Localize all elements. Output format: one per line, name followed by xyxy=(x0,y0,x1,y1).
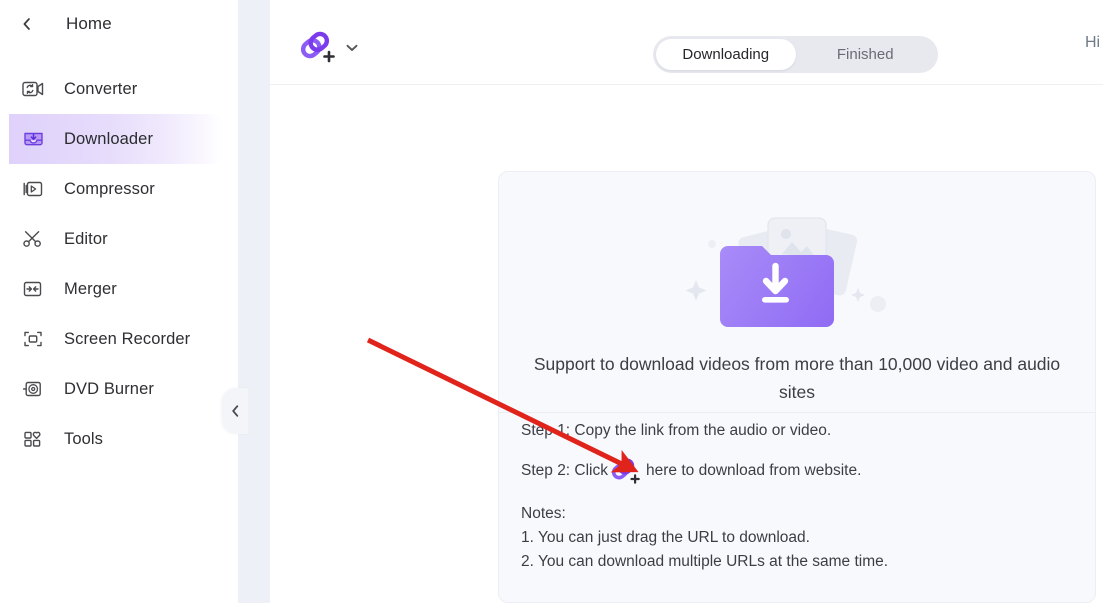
sidebar-item-screen-recorder[interactable]: Screen Recorder xyxy=(0,314,238,364)
sidebar-nav-list: Converter Downloader Compressor Editor M… xyxy=(0,64,238,464)
add-link-button[interactable] xyxy=(298,28,342,68)
chevron-down-icon xyxy=(346,44,358,51)
tab-finished[interactable]: Finished xyxy=(796,39,936,70)
tab-downloading[interactable]: Downloading xyxy=(656,39,796,70)
sidebar-item-merger[interactable]: Merger xyxy=(0,264,238,314)
sidebar-item-compressor[interactable]: Compressor xyxy=(0,164,238,214)
sidebar-item-label: DVD Burner xyxy=(64,379,154,398)
support-text: Support to download videos from more tha… xyxy=(533,354,1061,402)
sidebar-home-row[interactable]: Home xyxy=(0,0,238,48)
dvd-burner-icon xyxy=(20,376,46,402)
sidebar-item-label: Screen Recorder xyxy=(64,329,191,348)
sidebar-item-label: Compressor xyxy=(64,179,155,198)
add-link-dropdown-caret[interactable] xyxy=(344,40,360,56)
merger-icon xyxy=(20,276,46,302)
downloader-icon xyxy=(20,126,46,152)
sidebar-item-editor[interactable]: Editor xyxy=(0,214,238,264)
sidebar-item-label: Converter xyxy=(64,79,138,98)
note-item: 2. You can download multiple URLs at the… xyxy=(521,553,889,570)
sidebar-item-label: Merger xyxy=(64,279,117,298)
chevron-left-icon xyxy=(231,405,238,417)
sidebar-item-dvd-burner[interactable]: DVD Burner xyxy=(0,364,238,414)
card-divider xyxy=(499,412,1095,413)
chevron-left-icon[interactable] xyxy=(18,15,36,33)
converter-icon xyxy=(20,76,46,102)
main-panel: Downloading Finished Hi Support to downl… xyxy=(270,0,1103,603)
link-plus-icon xyxy=(300,31,335,63)
step-spacer xyxy=(521,442,1081,460)
step-2-label-before: Step 2: Click xyxy=(521,462,609,479)
sidebar-item-label: Editor xyxy=(64,229,108,248)
step-1-label: Step 1: Copy the link from the audio or … xyxy=(521,422,832,439)
steps-list: Step 1: Copy the link from the audio or … xyxy=(521,420,1081,484)
tools-icon xyxy=(20,426,46,452)
sidebar-item-converter[interactable]: Converter xyxy=(0,64,238,114)
sidebar-home-label: Home xyxy=(66,14,112,33)
sidebar-item-label: Downloader xyxy=(64,129,154,148)
step-2-label-after: here to download from website. xyxy=(646,462,862,479)
scissors-icon xyxy=(20,226,46,252)
tab-label: Downloading xyxy=(682,46,770,63)
notes-block: Notes: 1. You can just drag the URL to d… xyxy=(521,502,1061,574)
step-2: Step 2: Click here to download from webs… xyxy=(521,458,1081,484)
note-item: 1. You can just drag the URL to download… xyxy=(521,529,810,546)
empty-state-card: Support to download videos from more tha… xyxy=(498,171,1096,603)
sidebar-item-label: Tools xyxy=(64,429,104,448)
app-window: Home Converter Downloader Compressor Edi… xyxy=(0,0,1103,603)
screen-recorder-icon xyxy=(20,326,46,352)
sidebar-item-downloader[interactable]: Downloader xyxy=(9,114,223,164)
main-header: Downloading Finished Hi xyxy=(270,0,1103,85)
sidebar-item-tools[interactable]: Tools xyxy=(0,414,238,464)
download-status-tabs: Downloading Finished xyxy=(653,36,938,73)
compressor-icon xyxy=(20,176,46,202)
sidebar: Home Converter Downloader Compressor Edi… xyxy=(0,0,238,603)
download-folder-illustration xyxy=(499,204,1095,344)
sidebar-content-gap xyxy=(238,0,270,603)
header-right-text: Hi xyxy=(1085,34,1101,51)
link-plus-icon[interactable] xyxy=(610,457,644,487)
sidebar-collapse-handle[interactable] xyxy=(222,388,248,434)
notes-title: Notes: xyxy=(521,505,566,522)
step-1: Step 1: Copy the link from the audio or … xyxy=(521,420,1081,442)
tab-label: Finished xyxy=(836,46,894,63)
